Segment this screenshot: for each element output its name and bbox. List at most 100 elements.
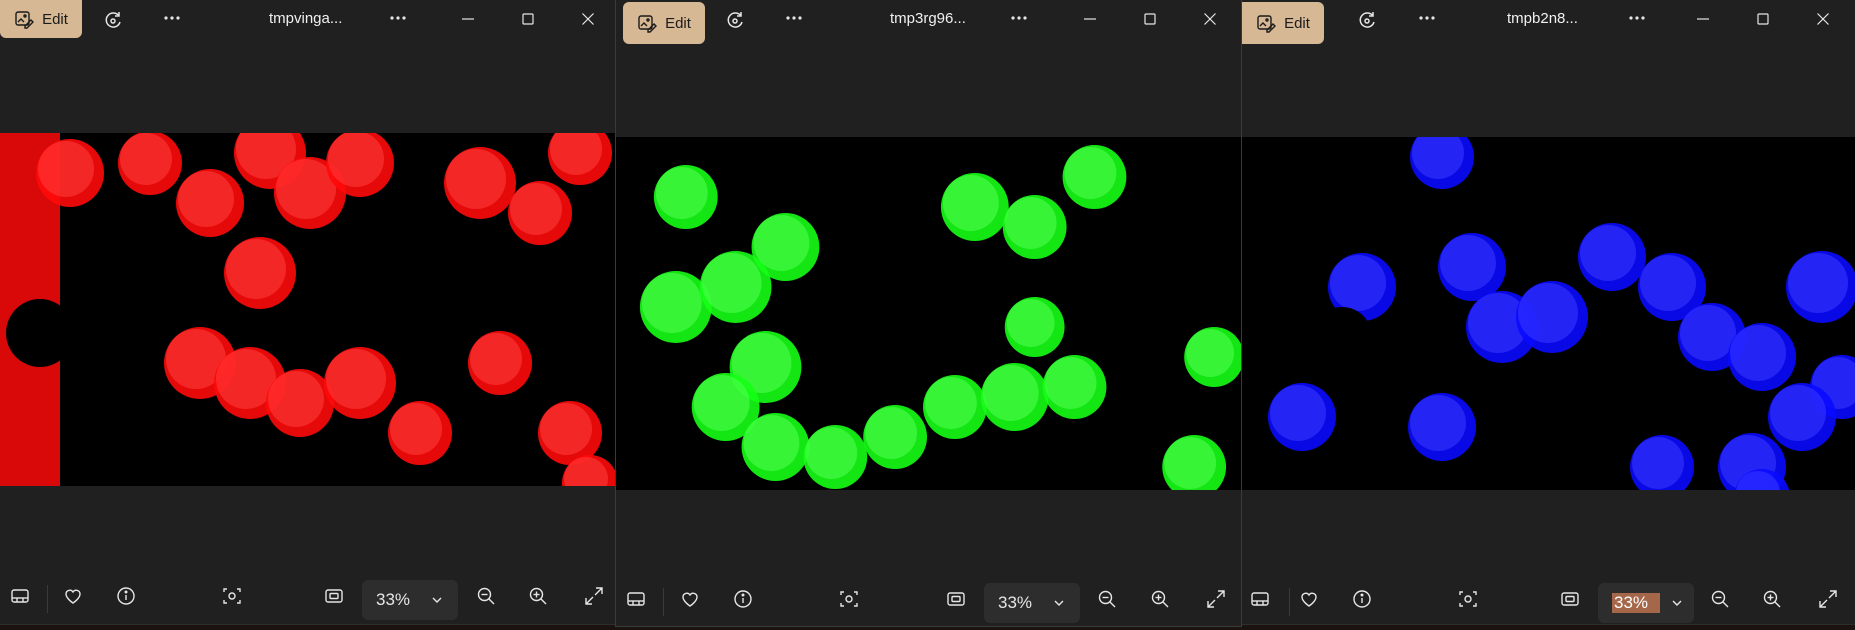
rotate-button[interactable] <box>1348 2 1388 38</box>
expand-icon <box>1818 589 1838 609</box>
bottom-toolbar: 33% <box>616 578 1241 626</box>
info-button[interactable] <box>106 578 146 614</box>
minimize-icon <box>1082 11 1098 27</box>
visual-search-button[interactable] <box>212 578 252 614</box>
edit-label: Edit <box>42 10 68 28</box>
chevron-down-icon <box>1042 596 1066 610</box>
zoomout-icon <box>476 586 496 606</box>
more-options-button-2[interactable] <box>378 0 418 36</box>
heart-icon <box>1299 589 1319 609</box>
maximize-icon <box>520 11 536 27</box>
maximize-button[interactable] <box>1733 0 1793 38</box>
actual-size-button[interactable] <box>936 581 976 617</box>
favorite-button[interactable] <box>1289 581 1329 617</box>
favorite-button[interactable] <box>670 581 710 617</box>
zoom-in-button[interactable] <box>518 578 558 614</box>
more-options-button[interactable] <box>152 0 192 36</box>
more-options-button-2[interactable] <box>999 0 1039 36</box>
zoom-value[interactable]: 33% <box>376 590 420 610</box>
chevron-down-icon <box>420 593 444 607</box>
red-channel-image <box>0 133 615 486</box>
photo-viewer-window-3: Edit tmpb2n8... 33% <box>1242 0 1855 625</box>
close-button[interactable] <box>1180 0 1240 38</box>
filmstrip-button[interactable] <box>0 578 40 614</box>
zoom-value[interactable]: 33% <box>998 593 1042 613</box>
zoomin-icon <box>528 586 548 606</box>
edit-button[interactable]: Edit <box>0 0 82 38</box>
expand-icon <box>1206 589 1226 609</box>
minimize-button[interactable] <box>438 0 498 38</box>
info-button[interactable] <box>1342 581 1382 617</box>
fullscreen-button[interactable] <box>1196 581 1236 617</box>
zoom-in-button[interactable] <box>1752 581 1792 617</box>
heart-icon <box>680 589 700 609</box>
bottom-toolbar: 33% <box>1242 578 1855 624</box>
fullscreen-button[interactable] <box>1808 581 1848 617</box>
maximize-icon <box>1142 11 1158 27</box>
zoomin-icon <box>1150 589 1170 609</box>
info-icon <box>1352 589 1372 609</box>
zoomout-icon <box>1710 589 1730 609</box>
more-icon <box>1009 8 1029 28</box>
actual-icon <box>324 586 344 606</box>
minimize-icon <box>460 11 476 27</box>
zoom-out-button[interactable] <box>466 578 506 614</box>
minimize-button[interactable] <box>1673 0 1733 38</box>
zoom-value[interactable]: 33% <box>1612 593 1660 613</box>
filmstrip-button[interactable] <box>1242 581 1280 617</box>
more-options-button-2[interactable] <box>1617 0 1657 36</box>
title-bar: Edit tmpb2n8... <box>1242 0 1855 44</box>
fullscreen-button[interactable] <box>574 578 614 614</box>
edit-button[interactable]: Edit <box>1242 2 1324 44</box>
favorite-button[interactable] <box>53 578 93 614</box>
more-icon <box>162 8 182 28</box>
zoomout-icon <box>1097 589 1117 609</box>
title-bar: Edit tmpvinga... <box>0 0 615 42</box>
edit-button[interactable]: Edit <box>623 2 705 44</box>
close-button[interactable] <box>1793 0 1853 38</box>
maximize-button[interactable] <box>498 0 558 38</box>
actual-size-button[interactable] <box>1550 581 1590 617</box>
visual-search-button[interactable] <box>829 581 869 617</box>
green-channel-image <box>639 145 1241 490</box>
more-icon <box>784 8 804 28</box>
actual-icon <box>946 589 966 609</box>
window-title: tmpb2n8... <box>1507 10 1578 27</box>
more-icon <box>1417 8 1437 28</box>
info-button[interactable] <box>723 581 763 617</box>
image-canvas[interactable] <box>616 137 1241 490</box>
rotate-button[interactable] <box>716 2 756 38</box>
minimize-button[interactable] <box>1060 0 1120 38</box>
image-canvas[interactable] <box>1242 137 1855 490</box>
zoom-dropdown[interactable]: 33% <box>1598 583 1694 623</box>
edit-label: Edit <box>665 14 691 32</box>
info-icon <box>733 589 753 609</box>
zoomin-icon <box>1762 589 1782 609</box>
blue-channel-image <box>1268 137 1855 490</box>
actual-size-button[interactable] <box>314 578 354 614</box>
zoom-dropdown[interactable]: 33% <box>362 580 458 620</box>
close-button[interactable] <box>558 0 615 38</box>
heart-icon <box>63 586 83 606</box>
zoom-in-button[interactable] <box>1140 581 1180 617</box>
close-icon <box>1815 11 1831 27</box>
zoom-out-button[interactable] <box>1087 581 1127 617</box>
more-options-button[interactable] <box>1407 0 1447 36</box>
filmstrip-icon <box>1250 589 1270 609</box>
filmstrip-button[interactable] <box>616 581 656 617</box>
window-title: tmp3rg96... <box>890 10 966 27</box>
more-options-button[interactable] <box>774 0 814 36</box>
visual-search-button[interactable] <box>1448 581 1488 617</box>
more-icon <box>1627 8 1647 28</box>
minimize-icon <box>1695 11 1711 27</box>
more-icon <box>388 8 408 28</box>
image-canvas[interactable] <box>0 133 615 486</box>
divider <box>47 585 48 613</box>
photo-viewer-window-2: Edit tmp3rg96... 33% <box>615 0 1242 627</box>
maximize-button[interactable] <box>1120 0 1180 38</box>
rotate-icon <box>104 10 124 30</box>
close-icon <box>580 11 596 27</box>
rotate-button[interactable] <box>94 2 134 38</box>
zoom-out-button[interactable] <box>1700 581 1740 617</box>
zoom-dropdown[interactable]: 33% <box>984 583 1080 623</box>
